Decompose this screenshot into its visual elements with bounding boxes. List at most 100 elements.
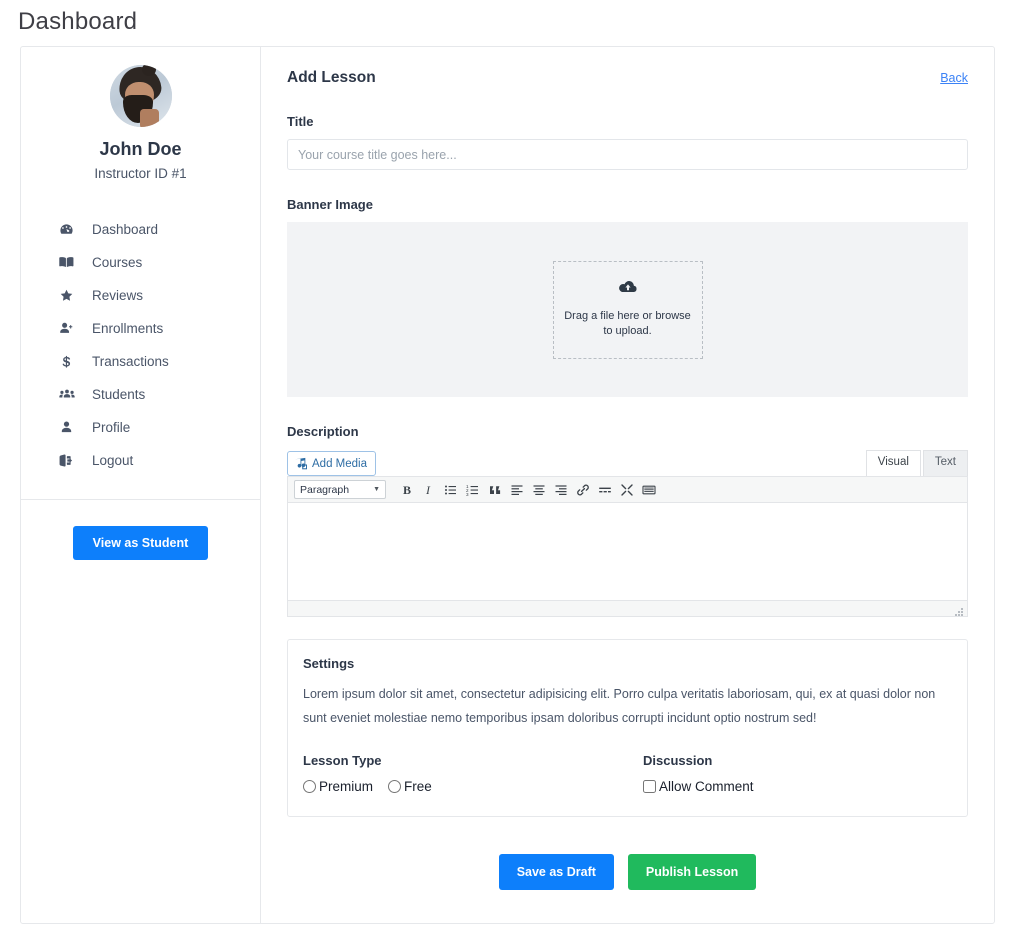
sidebar-item-students[interactable]: Students (59, 378, 260, 411)
profile-subtitle: Instructor ID #1 (94, 166, 187, 181)
back-link[interactable]: Back (940, 71, 968, 85)
lesson-type-radios: Premium Free (303, 779, 643, 794)
settings-panel: Settings Lorem ipsum dolor sit amet, con… (287, 639, 968, 817)
tab-text[interactable]: Text (922, 450, 968, 476)
editor-footer (287, 601, 968, 617)
page-title: Dashboard (18, 8, 138, 35)
description-label: Description (287, 424, 359, 439)
sidebar-item-dashboard[interactable]: Dashboard (59, 213, 260, 246)
settings-title: Settings (303, 656, 355, 671)
checkbox-allow-comment-label: Allow Comment (659, 778, 754, 794)
avatar (109, 65, 172, 127)
format-select-value: Paragraph (300, 483, 350, 496)
discussion-checkboxes: Allow Comment (643, 779, 769, 794)
sidebar-item-profile[interactable]: Profile (59, 411, 260, 444)
main-content: Add Lesson Back Title Banner Image Drag … (261, 47, 994, 923)
sidebar-item-transactions[interactable]: Transactions (59, 345, 260, 378)
settings-description: Lorem ipsum dolor sit amet, consectetur … (303, 687, 936, 726)
file-dropzone[interactable]: Drag a file here or browse to upload. (552, 260, 703, 359)
svg-text:3: 3 (466, 492, 469, 497)
dollar-sign-icon (59, 354, 83, 369)
lesson-type-group: Lesson Type Premium Free (303, 753, 643, 794)
resize-handle-icon[interactable] (954, 604, 964, 616)
checkbox-allow-comment-input[interactable] (643, 779, 656, 793)
sidebar-item-logout[interactable]: Logout (59, 444, 260, 477)
tab-visual[interactable]: Visual (865, 450, 921, 476)
page-heading: Add Lesson (287, 69, 376, 86)
sidebar-item-label: Reviews (92, 288, 144, 303)
editor-mode-tabs: Visual Text (864, 450, 968, 476)
add-media-button[interactable]: Add Media (287, 451, 376, 476)
sidebar-item-label: Logout (92, 453, 134, 468)
italic-icon[interactable]: I (418, 479, 440, 501)
sidebar-item-label: Courses (92, 255, 143, 270)
fullscreen-icon[interactable] (616, 479, 638, 501)
users-icon (59, 387, 83, 402)
sidebar-item-label: Students (92, 387, 146, 402)
wp-editor: Add Media Visual Text Paragraph ▼ B I 1 … (287, 449, 968, 617)
user-plus-icon (59, 321, 83, 336)
toolbar-toggle-icon[interactable] (638, 479, 660, 501)
form-actions: Save as Draft Publish Lesson (287, 853, 968, 890)
lesson-type-label: Lesson Type (303, 752, 382, 768)
main-header: Add Lesson Back (287, 69, 968, 87)
svg-text:I: I (425, 483, 431, 497)
bullet-list-icon[interactable] (440, 479, 462, 501)
sidebar-item-reviews[interactable]: Reviews (59, 279, 260, 312)
book-open-icon (59, 255, 83, 270)
chevron-down-icon: ▼ (373, 486, 380, 493)
sidebar-item-label: Transactions (92, 354, 169, 369)
dropzone-line-2: to upload. (603, 325, 652, 337)
checkbox-allow-comment[interactable]: Allow Comment (643, 779, 754, 794)
sidebar-item-label: Enrollments (92, 321, 164, 336)
cloud-upload-icon (618, 280, 638, 300)
sidebar-item-enrollments[interactable]: Enrollments (59, 312, 260, 345)
profile-block: John Doe Instructor ID #1 (21, 65, 260, 181)
svg-text:B: B (403, 483, 411, 497)
read-more-icon[interactable] (594, 479, 616, 501)
radio-free-input[interactable] (388, 779, 402, 793)
profile-name: John Doe (99, 139, 182, 159)
sign-out-icon (59, 453, 83, 468)
radio-premium-input[interactable] (303, 779, 316, 793)
link-icon[interactable] (572, 479, 594, 501)
publish-lesson-button[interactable]: Publish Lesson (627, 853, 757, 890)
radio-premium-label: Premium (319, 778, 374, 794)
dashboard-card: John Doe Instructor ID #1 Dashboard Cour… (20, 46, 995, 924)
discussion-group: Discussion Allow Comment (643, 753, 769, 794)
radio-free[interactable]: Free (388, 779, 432, 794)
tachometer-icon (59, 222, 83, 237)
dropzone-text: Drag a file here or browse to upload. (564, 309, 691, 338)
title-label: Title (287, 114, 314, 129)
radio-free-label: Free (404, 778, 432, 794)
title-input[interactable] (287, 139, 968, 170)
radio-premium[interactable]: Premium (303, 779, 373, 794)
discussion-label: Discussion (643, 752, 713, 768)
editor-toolbar: Paragraph ▼ B I 123 (287, 476, 968, 503)
align-right-icon[interactable] (550, 479, 572, 501)
add-media-label: Add Media (312, 457, 367, 470)
format-select[interactable]: Paragraph ▼ (294, 480, 386, 499)
save-as-draft-button[interactable]: Save as Draft (498, 853, 614, 890)
blockquote-icon[interactable] (484, 479, 506, 501)
editor-content-area[interactable] (287, 503, 968, 601)
media-icon (294, 457, 307, 470)
sidebar: John Doe Instructor ID #1 Dashboard Cour… (21, 47, 261, 923)
align-center-icon[interactable] (528, 479, 550, 501)
settings-options: Lesson Type Premium Free Discussion Allo… (303, 753, 952, 794)
dropzone-line-1: Drag a file here or browse (564, 310, 691, 323)
sidebar-item-label: Dashboard (92, 222, 159, 237)
numbered-list-icon[interactable]: 123 (462, 479, 484, 501)
sidebar-item-courses[interactable]: Courses (59, 246, 260, 279)
banner-label: Banner Image (287, 197, 373, 212)
banner-upload-area[interactable]: Drag a file here or browse to upload. (287, 222, 968, 397)
star-icon (59, 288, 83, 303)
user-icon (59, 420, 83, 435)
view-as-student-container: View as Student (21, 500, 260, 560)
bold-icon[interactable]: B (396, 479, 418, 501)
editor-topbar: Add Media Visual Text (287, 449, 968, 476)
align-left-icon[interactable] (506, 479, 528, 501)
view-as-student-button[interactable]: View as Student (72, 526, 209, 560)
sidebar-item-label: Profile (92, 420, 131, 435)
sidebar-nav: Dashboard Courses Reviews Enrollments Tr… (21, 213, 260, 477)
